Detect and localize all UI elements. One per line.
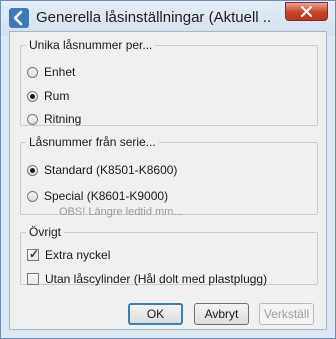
radio-rum[interactable]: Rum xyxy=(27,89,69,103)
app-back-icon xyxy=(9,8,29,28)
radio-button[interactable] xyxy=(27,66,38,78)
radio-label: Standard (K8501-K8600) xyxy=(44,163,178,177)
dialog-content: Unika låsnummer per... Enhet Rum Ritning… xyxy=(9,31,327,330)
group-series-legend: Låsnummer från serie... xyxy=(29,135,156,149)
ok-button[interactable]: OK xyxy=(128,303,183,325)
checkbox-no-cylinder[interactable]: Utan låscylinder (Hål dolt med plastplug… xyxy=(27,272,267,286)
group-unique-lock-numbers: Unika låsnummer per... Enhet Rum Ritning xyxy=(20,38,318,126)
radio-label: Enhet xyxy=(44,65,76,79)
dialog-window: Generella låsinställningar (Aktuell ... … xyxy=(0,0,336,339)
group-unique-legend: Unika låsnummer per... xyxy=(29,38,153,52)
series-note: OBS! Längre ledtid mm... xyxy=(59,206,183,218)
cancel-button[interactable]: Avbryt xyxy=(194,303,249,325)
checkbox[interactable]: ✓ xyxy=(27,247,40,261)
group-lock-series: Låsnummer från serie... Standard (K8501-… xyxy=(20,135,318,218)
radio-label: Rum xyxy=(44,89,70,103)
radio-label: Special (K8601-K9000) xyxy=(44,189,169,203)
radio-button[interactable] xyxy=(27,113,38,125)
group-other: Övrigt ✓ Extra nyckel Utan låscylinder (… xyxy=(20,225,318,286)
group-other-legend: Övrigt xyxy=(29,225,62,239)
checkbox-extra-key[interactable]: ✓ Extra nyckel xyxy=(27,247,111,262)
radio-button[interactable] xyxy=(27,164,38,176)
apply-button[interactable]: Verkställ xyxy=(259,303,314,325)
checkbox-label: Extra nyckel xyxy=(45,248,111,262)
checkmark-icon: ✓ xyxy=(29,247,40,261)
radio-label: Ritning xyxy=(44,112,82,126)
radio-button[interactable] xyxy=(27,90,38,102)
checkbox[interactable] xyxy=(27,273,39,285)
checkbox-label: Utan låscylinder (Hål dolt med plastplug… xyxy=(45,272,268,286)
radio-standard[interactable]: Standard (K8501-K8600) xyxy=(27,163,177,177)
radio-enhet[interactable]: Enhet xyxy=(27,65,75,79)
radio-button[interactable] xyxy=(27,190,38,202)
radio-ritning[interactable]: Ritning xyxy=(27,112,81,126)
window-title: Generella låsinställningar (Aktuell ... xyxy=(36,9,271,26)
close-icon xyxy=(301,6,312,17)
radio-special[interactable]: Special (K8601-K9000) xyxy=(27,189,168,203)
close-button[interactable] xyxy=(285,2,328,21)
